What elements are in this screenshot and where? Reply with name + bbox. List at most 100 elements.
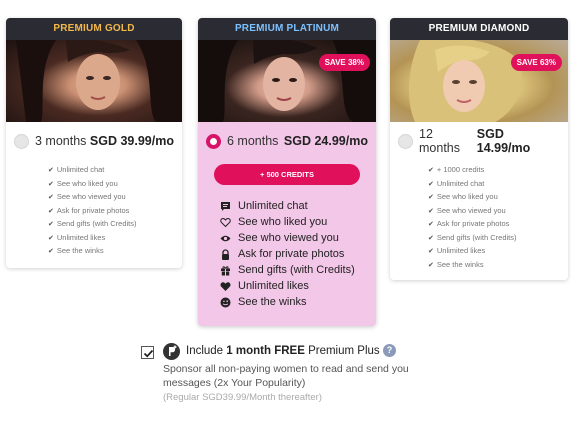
list-item: See who viewed you (220, 230, 355, 246)
feature-label: Ask for private photos (238, 248, 345, 260)
plan-card-diamond[interactable]: PREMIUM DIAMOND SAVE 63% 12 months SGD 1… (390, 18, 568, 280)
checkmark-icon (143, 349, 154, 358)
premium-plus-description: Sponsor all non-paying women to read and… (163, 363, 409, 389)
feature-label: Ask for private photos (436, 219, 510, 228)
save-badge: SAVE 38% (318, 54, 370, 71)
list-item: See who liked you (220, 214, 355, 230)
plan-price: SGD 14.99/mo (476, 127, 531, 155)
plan-radio[interactable] (14, 133, 29, 149)
list-item: ✔ Unlimited chat (428, 178, 517, 192)
check-icon: ✔ (48, 207, 54, 215)
title-highlight: 1 month FREE (226, 345, 305, 357)
profile-photo: SAVE 38% (198, 40, 376, 122)
plan-option-row[interactable]: 3 months SGD 39.99/mo (6, 130, 182, 152)
heart-icon (220, 281, 231, 292)
plan-option-row[interactable]: 6 months SGD 24.99/mo (198, 130, 376, 152)
plan-price: SGD 39.99/mo (89, 134, 174, 148)
feature-list: ✔ + 1000 credits ✔ Unlimited chat ✔ See who… (428, 164, 517, 272)
feature-label: See who viewed you (436, 205, 506, 215)
check-icon: ✔ (428, 167, 434, 174)
list-item: ✔ See the winks (48, 245, 137, 259)
list-item: ✔ Send gifts (with Credits) (48, 218, 137, 232)
feature-label: See who liked you (56, 178, 118, 188)
list-item: ✔ + 1000 credits (428, 164, 517, 178)
premium-plus-title[interactable]: Include 1 month FREE Premium Plus (186, 345, 380, 357)
feature-list: Unlimited chat See who liked you See who… (220, 198, 355, 310)
plan-card-gold[interactable]: PREMIUM GOLD 3 months SGD 39.99/mo ✔ Unli… (6, 18, 182, 268)
check-icon: ✔ (428, 221, 434, 228)
heart-outline-icon (220, 217, 231, 228)
plan-radio[interactable] (398, 133, 413, 149)
list-item: Send gifts (with Credits) (220, 262, 355, 278)
feature-label: See who liked you (238, 216, 328, 228)
plan-radio[interactable] (206, 133, 221, 149)
list-item: ✔ See who liked you (428, 191, 517, 205)
premium-plus-checkbox[interactable] (141, 346, 154, 359)
profile-photo: SAVE 63% (390, 40, 568, 122)
check-icon: ✔ (48, 248, 54, 255)
plan-price: SGD 24.99/mo (283, 134, 368, 148)
check-icon: ✔ (428, 207, 434, 215)
feature-label: Send gifts (with Credits) (56, 219, 137, 228)
lock-icon (220, 248, 231, 260)
feature-label: Unlimited likes (56, 232, 106, 242)
feature-label: Unlimited chat (436, 178, 485, 188)
list-item: ✔ Send gifts (with Credits) (428, 232, 517, 246)
check-icon: ✔ (428, 180, 434, 188)
premium-plus-icon (163, 343, 180, 360)
list-item: ✔ Unlimited chat (48, 164, 137, 178)
check-icon: ✔ (428, 248, 434, 255)
wink-icon (220, 297, 231, 308)
feature-label: Unlimited likes (436, 246, 486, 255)
check-icon: ✔ (428, 234, 434, 242)
feature-label: Send gifts (with Credits) (436, 232, 517, 242)
list-item: Ask for private photos (220, 246, 355, 262)
feature-label: See who viewed you (238, 232, 339, 244)
feature-label: + 1000 credits (436, 165, 485, 174)
plan-title: PREMIUM GOLD (6, 18, 182, 40)
plan-title: PREMIUM PLATINUM (198, 18, 376, 40)
list-item: ✔ See who viewed you (48, 191, 137, 205)
feature-label: Unlimited chat (238, 200, 308, 212)
premium-plus-note: (Regular SGD39.99/Month thereafter) (163, 392, 322, 403)
credits-button[interactable]: + 500 CREDITS (214, 164, 360, 185)
plan-duration: 3 months (35, 134, 87, 148)
feature-list: ✔ Unlimited chat ✔ See who liked you ✔ See … (48, 164, 137, 259)
check-icon: ✔ (48, 167, 54, 174)
plan-duration: 6 months (227, 134, 279, 148)
plan-title: PREMIUM DIAMOND (390, 18, 568, 40)
check-icon: ✔ (48, 180, 54, 188)
list-item: ✔ Unlimited likes (48, 232, 137, 246)
plan-card-platinum[interactable]: PREMIUM PLATINUM SAVE 38% 6 months SGD 2… (198, 18, 376, 326)
feature-label: Unlimited likes (238, 280, 309, 292)
check-icon: ✔ (428, 261, 434, 269)
list-item: Unlimited chat (220, 198, 355, 214)
plan-option-row[interactable]: 12 months SGD 14.99/mo (390, 127, 568, 155)
help-icon[interactable]: ? (383, 344, 396, 357)
list-item: ✔ Unlimited likes (428, 245, 517, 259)
eye-icon (220, 233, 231, 244)
title-prefix: Include (186, 345, 227, 357)
feature-label: See the winks (238, 296, 307, 308)
feature-label: Ask for private photos (56, 205, 130, 215)
check-icon: ✔ (48, 221, 54, 228)
list-item: ✔ See the winks (428, 259, 517, 273)
feature-label: Unlimited chat (56, 165, 105, 174)
check-icon: ✔ (48, 234, 54, 242)
profile-photo (6, 40, 182, 122)
title-suffix: Premium Plus (304, 345, 380, 357)
list-item: Unlimited likes (220, 278, 355, 294)
feature-label: See who liked you (436, 192, 498, 201)
list-item: ✔ See who viewed you (428, 205, 517, 219)
check-icon: ✔ (428, 194, 434, 201)
chat-icon (220, 201, 231, 212)
plan-duration: 12 months (419, 127, 460, 155)
feature-label: See who viewed you (56, 192, 126, 201)
feature-label: Send gifts (with Credits) (238, 264, 355, 276)
gift-icon (220, 265, 231, 276)
save-badge: SAVE 63% (510, 54, 562, 71)
feature-label: See the winks (56, 246, 104, 255)
feature-label: See the winks (436, 259, 484, 269)
list-item: ✔ See who liked you (48, 178, 137, 192)
list-item: See the winks (220, 294, 355, 310)
